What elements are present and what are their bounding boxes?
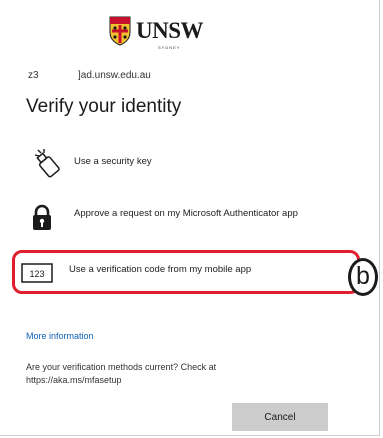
code-123-icon: 123 [21, 263, 53, 283]
code-123-text: 123 [29, 269, 44, 279]
lock-icon [33, 204, 51, 230]
option-verification-code[interactable]: 123 Use a verification code from my mobi… [12, 250, 360, 294]
logo-subtext: SYDNEY [158, 45, 181, 50]
option-security-key[interactable]: Use a security key [22, 146, 352, 182]
security-key-icon [34, 149, 60, 178]
option-label: Approve a request on my Microsoft Authen… [74, 208, 298, 219]
cancel-button[interactable]: Cancel [232, 403, 328, 431]
account-identifier: z3 ]ad.unsw.edu.au [28, 70, 151, 81]
page-title: Verify your identity [26, 96, 182, 117]
verification-methods-question: Are your verification methods current? C… [26, 361, 346, 387]
account-domain: ]ad.unsw.edu.au [78, 70, 151, 81]
option-label: Use a security key [74, 156, 152, 167]
option-label: Use a verification code from my mobile a… [69, 264, 252, 275]
account-prefix: z3 [28, 70, 39, 81]
more-information-link[interactable]: More information [26, 331, 94, 341]
verify-identity-panel: UNSW SYDNEY z3 ]ad.unsw.edu.au Verify you… [0, 0, 380, 436]
logo-text: UNSW [136, 18, 204, 43]
unsw-crest-icon [109, 16, 131, 46]
mfa-setup-url: https://aka.ms/mfasetup [26, 375, 122, 385]
question-text: Are your verification methods current? C… [26, 362, 217, 372]
option-authenticator-app[interactable]: Approve a request on my Microsoft Authen… [22, 200, 352, 240]
annotation-badge: b [348, 258, 378, 296]
unsw-logo: UNSW SYDNEY [108, 16, 204, 50]
